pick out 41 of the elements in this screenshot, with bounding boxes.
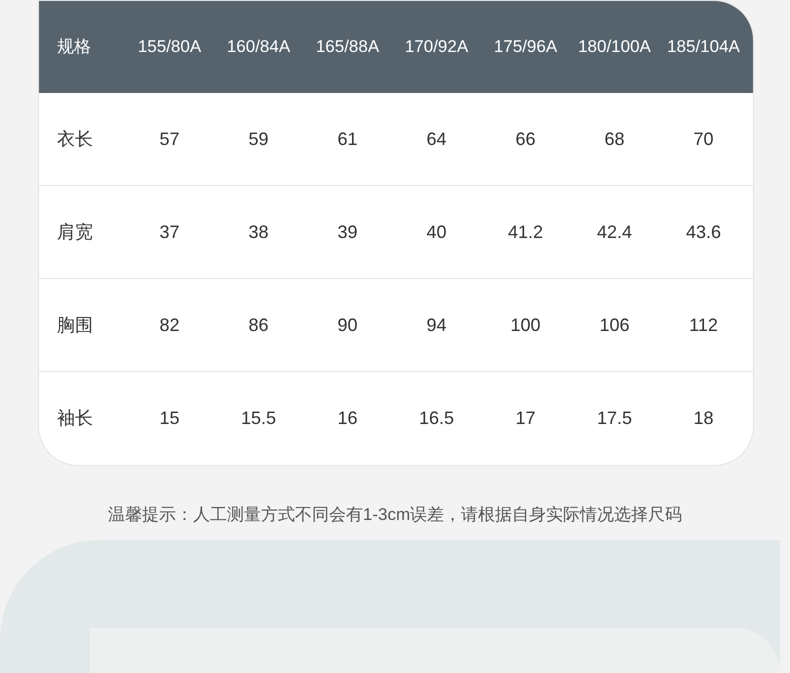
table-cell-text: 86 <box>247 314 270 336</box>
table-cell-text: 70 <box>692 128 715 150</box>
table-cell-text: 61 <box>336 128 359 150</box>
table-cell-text: 59 <box>247 128 270 150</box>
row-label: 衣长 <box>56 128 94 150</box>
table-cell-text: 41.2 <box>506 220 544 244</box>
row-label: 袖长 <box>56 407 94 430</box>
column-header: 165/88A <box>314 36 380 58</box>
table-cell-text: 68 <box>603 128 626 150</box>
column-header: 185/104A <box>666 36 741 58</box>
column-header: 155/80A <box>136 36 202 58</box>
column-header: 规格 <box>56 36 92 58</box>
table-cell-text: 94 <box>425 314 448 336</box>
table-cell-text: 106 <box>598 314 631 336</box>
column-header: 160/84A <box>226 36 292 58</box>
table-cell-text: 40 <box>425 220 448 244</box>
column-header: 170/92A <box>404 36 470 58</box>
table-cell-text: 18 <box>692 407 715 430</box>
column-header: 175/96A <box>492 36 558 58</box>
table-cell-text: 38 <box>247 220 270 244</box>
table-cell-text: 16 <box>336 407 359 430</box>
table-cell-text: 42.4 <box>596 220 634 244</box>
table-cell-text: 43.6 <box>684 220 722 244</box>
table-cell-text: 15.5 <box>240 407 278 430</box>
table-cell-text: 112 <box>688 314 719 336</box>
table-cell-text: 90 <box>336 314 359 336</box>
row-label: 肩宽 <box>56 220 94 244</box>
table-cell-text: 15 <box>158 407 181 430</box>
table-cell-text: 100 <box>509 314 542 336</box>
table-cell-text: 16.5 <box>418 407 456 430</box>
table-cell-text: 57 <box>158 128 181 150</box>
table-cell-text: 37 <box>158 220 181 244</box>
table-cell-text: 82 <box>158 314 181 336</box>
table-cell-text: 17 <box>514 407 537 430</box>
note-text: 温馨提示：人工测量方式不同会有1-3cm误差，请根据自身实际情况选择尺码 <box>106 504 684 526</box>
table-cell-text: 39 <box>336 220 359 244</box>
table-cell-text: 17.5 <box>596 407 634 430</box>
table-cell-text: 64 <box>425 128 448 150</box>
table-cell-text: 66 <box>514 128 537 150</box>
column-header: 180/100A <box>577 36 652 58</box>
row-label: 胸围 <box>56 314 94 336</box>
